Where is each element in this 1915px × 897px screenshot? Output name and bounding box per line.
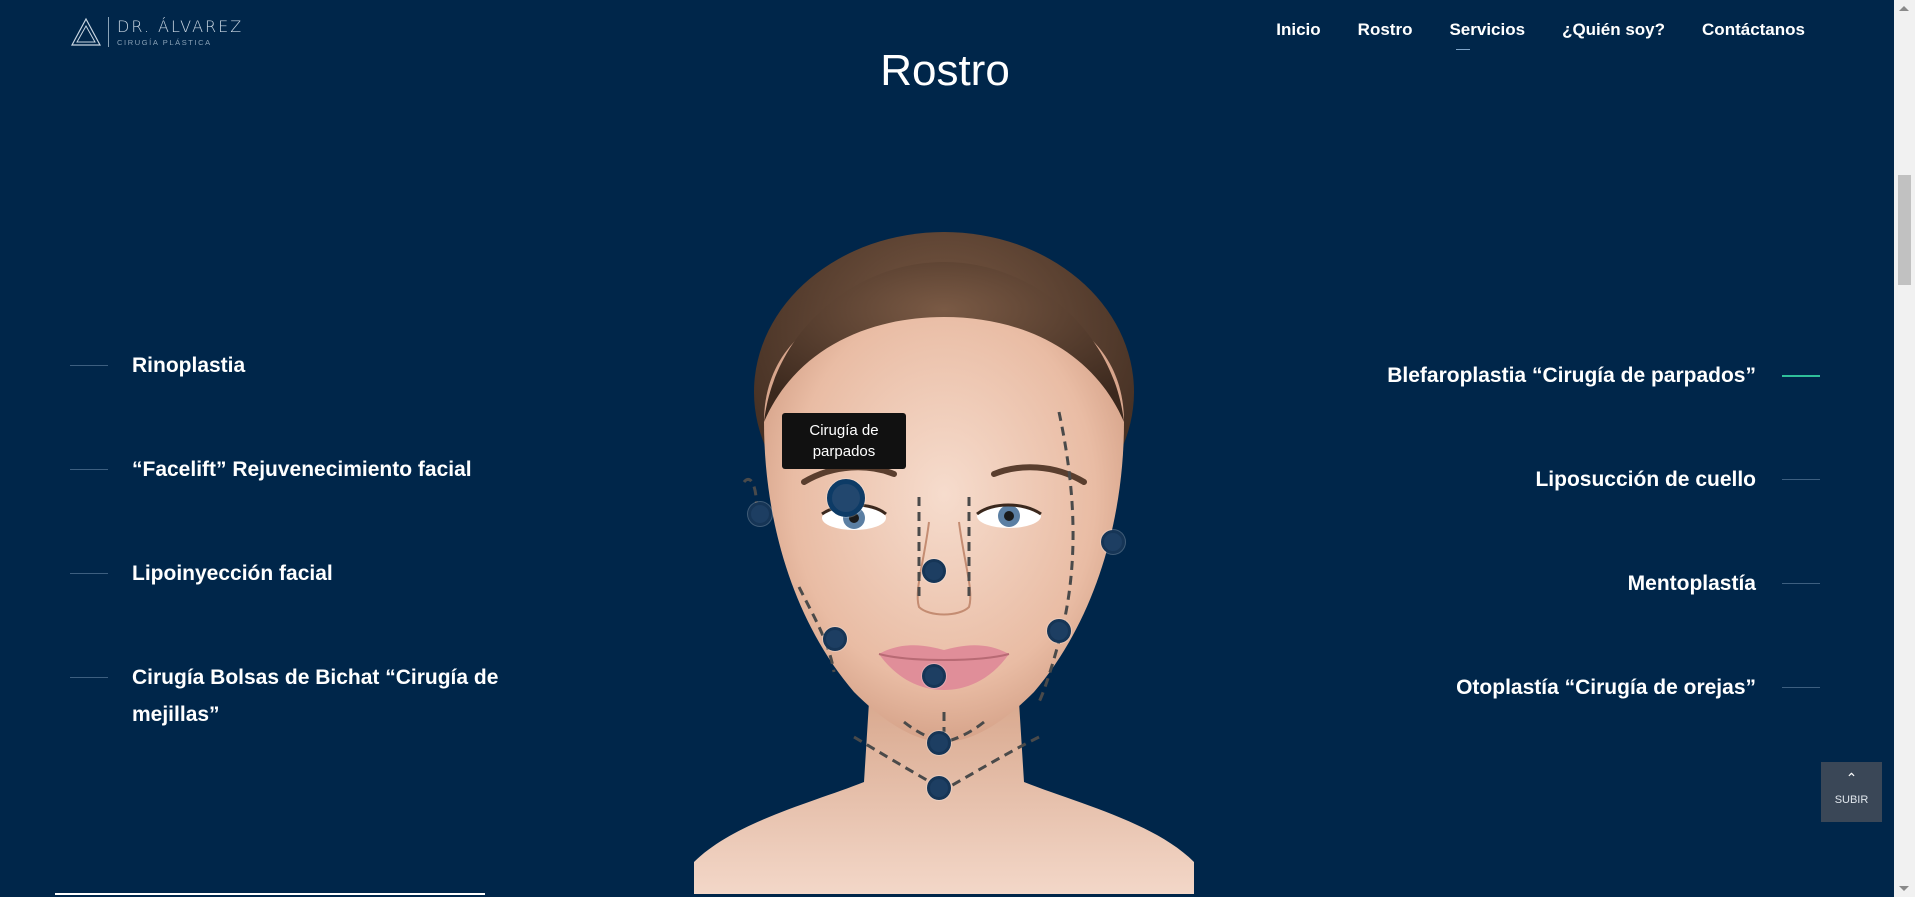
site-logo[interactable]: DR. ÁLVAREZ CIRUGÍA PLÁSTICA [70, 16, 243, 48]
triangle-logo-icon [70, 17, 102, 46]
logo-text: DR. ÁLVAREZ CIRUGÍA PLÁSTICA [117, 16, 244, 47]
main-nav: Inicio Rostro Servicios ¿Quién soy? Cont… [1239, 20, 1805, 50]
procedure-bolsas-bichat[interactable]: Cirugía Bolsas de Bichat “Cirugía de mej… [70, 662, 510, 733]
procedure-label: “Facelift” Rejuvenecimiento facial [132, 458, 472, 481]
hotspot-rinoplastia[interactable] [922, 559, 946, 583]
hotspot-otoplastia[interactable] [1101, 530, 1125, 554]
procedure-label: Mentoplastía [1627, 572, 1756, 595]
nav-item-inicio[interactable]: Inicio [1276, 20, 1320, 40]
hotspot-bolsas-bichat[interactable] [922, 664, 946, 688]
procedure-dash [70, 573, 108, 574]
procedure-otoplastia[interactable]: Otoplastía “Cirugía de orejas” [1456, 672, 1820, 706]
hotspot-facelift[interactable] [1047, 619, 1071, 643]
bottom-divider [55, 893, 485, 895]
procedure-dash-active [1782, 375, 1820, 377]
hotspot-mentoplastia[interactable] [927, 731, 951, 755]
nav-item-rostro[interactable]: Rostro [1358, 20, 1413, 40]
procedure-facelift[interactable]: “Facelift” Rejuvenecimiento facial [70, 454, 472, 488]
logo-title: DR. ÁLVAREZ [117, 16, 244, 36]
hotspot-liposuccion-cuello[interactable] [927, 776, 951, 800]
back-to-top-button[interactable]: ⌃ SUBIR [1821, 762, 1882, 822]
page-scrollbar[interactable] [1894, 0, 1915, 897]
scrollbar-thumb[interactable] [1898, 175, 1911, 285]
section-title: Rostro [880, 46, 1010, 95]
scroll-up-arrow-icon[interactable] [1899, 6, 1909, 11]
procedure-mentoplastia[interactable]: Mentoplastía [1628, 568, 1820, 602]
nav-item-contactanos[interactable]: Contáctanos [1702, 20, 1805, 40]
procedure-label: Rinoplastia [132, 354, 246, 377]
procedure-blefaroplastia[interactable]: Blefaroplastia “Cirugía de parpados” [1387, 360, 1820, 394]
hotspot-otoplastia-left[interactable] [748, 502, 772, 526]
hotspot-lipoinyeccion[interactable] [823, 627, 847, 651]
nav-item-quien-soy[interactable]: ¿Quién soy? [1562, 20, 1665, 40]
procedure-liposuccion-cuello[interactable]: Liposucción de cuello [1535, 464, 1820, 498]
page: DR. ÁLVAREZ CIRUGÍA PLÁSTICA Inicio Rost… [0, 0, 1915, 897]
procedure-label: Liposucción de cuello [1535, 468, 1756, 491]
chevron-up-icon: ⌃ [1845, 770, 1858, 786]
hotspot-blefaroplastia[interactable] [827, 479, 865, 517]
procedure-dash [1782, 479, 1820, 480]
procedure-label: Otoplastía “Cirugía de orejas” [1456, 676, 1756, 699]
procedure-label: Lipoinyección facial [132, 562, 333, 585]
procedure-dash [1782, 687, 1820, 688]
logo-divider [108, 17, 109, 47]
back-to-top-label: SUBIR [1834, 794, 1869, 806]
procedure-label: Blefaroplastia “Cirugía de parpados” [1387, 364, 1756, 387]
procedure-lipoinyeccion[interactable]: Lipoinyección facial [70, 558, 333, 592]
procedure-label: Cirugía Bolsas de Bichat “Cirugía de mej… [132, 666, 499, 726]
procedure-rinoplastia[interactable]: Rinoplastia [70, 350, 245, 384]
hotspot-tooltip: Cirugía de parpados [782, 413, 906, 469]
procedure-dash [70, 365, 108, 366]
scroll-down-arrow-icon[interactable] [1899, 886, 1909, 891]
procedure-dash [70, 469, 108, 470]
nav-item-servicios[interactable]: Servicios [1449, 20, 1525, 50]
procedure-dash [1782, 583, 1820, 584]
procedure-dash [70, 677, 108, 678]
